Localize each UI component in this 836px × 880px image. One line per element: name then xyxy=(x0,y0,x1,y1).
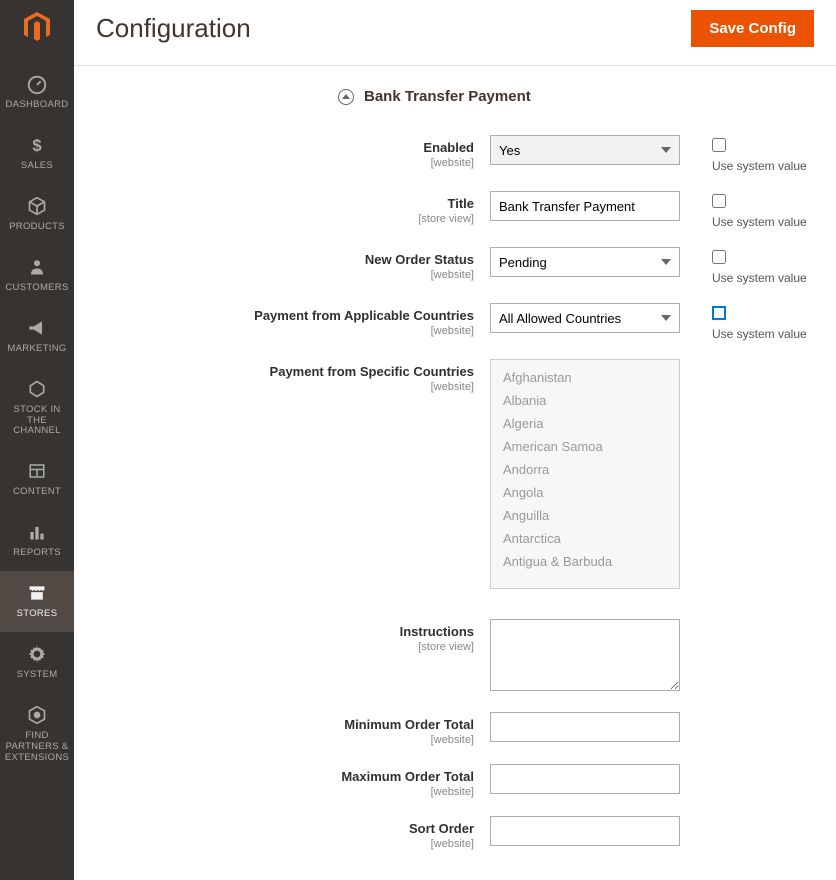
multiselect-option[interactable]: Angola xyxy=(491,481,679,504)
sidebar-item-reports[interactable]: Reports xyxy=(0,510,74,571)
field-row-min-order: Minimum Order Total [website] xyxy=(96,712,814,746)
scope-label: [website] xyxy=(96,325,474,337)
page-header: Configuration Save Config xyxy=(74,0,836,66)
field-row-title: Title [store view] Use system value xyxy=(96,191,814,229)
field-row-max-order: Maximum Order Total [website] xyxy=(96,764,814,798)
field-label: Instructions xyxy=(400,624,474,639)
max-order-input[interactable] xyxy=(490,764,680,794)
gear-icon xyxy=(25,642,49,666)
scope-label: [website] xyxy=(96,157,474,169)
dollar-icon: $ xyxy=(25,133,49,157)
field-row-instructions: Instructions [store view] xyxy=(96,619,814,694)
sidebar-item-label: Marketing xyxy=(7,344,66,355)
use-system-checkbox-order-status[interactable] xyxy=(712,250,726,264)
field-label: Enabled xyxy=(423,140,474,155)
multiselect-option[interactable]: Albania xyxy=(491,389,679,412)
sidebar-item-label: Products xyxy=(9,222,65,233)
sidebar-item-label: Find Partners & Extensions xyxy=(4,731,70,764)
field-label: New Order Status xyxy=(365,252,474,267)
svg-text:$: $ xyxy=(32,136,42,155)
field-row-applicable-countries: Payment from Applicable Countries [websi… xyxy=(96,303,814,341)
applicable-countries-select[interactable]: All Allowed Countries xyxy=(490,303,680,333)
megaphone-icon xyxy=(25,316,49,340)
sidebar-item-label: Stock in the Channel xyxy=(4,405,70,438)
multiselect-option[interactable]: Antarctica xyxy=(491,527,679,550)
use-system-label: Use system value xyxy=(712,271,807,285)
person-icon xyxy=(25,255,49,279)
magento-logo xyxy=(20,10,54,44)
use-system-label: Use system value xyxy=(712,159,807,173)
sidebar-item-stock-channel[interactable]: Stock in the Channel xyxy=(0,367,74,450)
sidebar-item-sales[interactable]: $ Sales xyxy=(0,123,74,184)
field-label: Sort Order xyxy=(409,821,474,836)
partners-icon xyxy=(25,703,49,727)
scope-label: [website] xyxy=(96,786,474,798)
bars-icon xyxy=(25,520,49,544)
scope-label: [website] xyxy=(96,838,474,850)
multiselect-option[interactable]: Andorra xyxy=(491,458,679,481)
layout-icon xyxy=(25,459,49,483)
instructions-textarea[interactable] xyxy=(490,619,680,691)
multiselect-option[interactable]: American Samoa xyxy=(491,435,679,458)
enabled-select[interactable]: Yes xyxy=(490,135,680,165)
section-title: Bank Transfer Payment xyxy=(364,88,531,105)
scope-label: [website] xyxy=(96,381,474,393)
scope-label: [website] xyxy=(96,269,474,281)
sidebar-item-stores[interactable]: Stores xyxy=(0,571,74,632)
sidebar-item-partners[interactable]: Find Partners & Extensions xyxy=(0,693,74,776)
min-order-input[interactable] xyxy=(490,712,680,742)
field-label: Payment from Specific Countries xyxy=(270,364,474,379)
sidebar-item-customers[interactable]: Customers xyxy=(0,245,74,306)
title-input[interactable] xyxy=(490,191,680,221)
sidebar-item-content[interactable]: Content xyxy=(0,449,74,510)
scope-label: [website] xyxy=(96,734,474,746)
cube-icon xyxy=(25,194,49,218)
sidebar-item-products[interactable]: Products xyxy=(0,184,74,245)
dashboard-icon xyxy=(25,72,49,96)
sidebar: Dashboard $ Sales Products Customers Mar… xyxy=(0,0,74,880)
use-system-label: Use system value xyxy=(712,215,807,229)
multiselect-option[interactable]: Algeria xyxy=(491,412,679,435)
field-label: Minimum Order Total xyxy=(344,717,474,732)
field-row-enabled: Enabled [website] Yes Use system value xyxy=(96,135,814,173)
new-order-status-select[interactable]: Pending xyxy=(490,247,680,277)
multiselect-option[interactable]: Afghanistan xyxy=(491,366,679,389)
field-row-sort-order: Sort Order [website] xyxy=(96,816,814,850)
specific-countries-multiselect[interactable]: AfghanistanAlbaniaAlgeriaAmerican SamoaA… xyxy=(490,359,680,589)
section-toggle-bank-transfer[interactable]: Bank Transfer Payment xyxy=(338,88,814,105)
save-config-button[interactable]: Save Config xyxy=(691,10,814,47)
field-label: Title xyxy=(448,196,475,211)
store-icon xyxy=(25,581,49,605)
sidebar-item-label: Dashboard xyxy=(6,100,69,111)
field-row-specific-countries: Payment from Specific Countries [website… xyxy=(96,359,814,589)
scope-label: [store view] xyxy=(96,213,474,225)
use-system-checkbox-title[interactable] xyxy=(712,194,726,208)
multiselect-option[interactable]: Anguilla xyxy=(491,504,679,527)
hexagon-icon xyxy=(25,377,49,401)
sort-order-input[interactable] xyxy=(490,816,680,846)
sidebar-item-label: System xyxy=(17,670,58,681)
sidebar-item-label: Customers xyxy=(5,283,68,294)
sidebar-item-label: Content xyxy=(13,487,61,498)
field-row-new-order-status: New Order Status [website] Pending Use s… xyxy=(96,247,814,285)
collapse-icon xyxy=(338,89,354,105)
page-title: Configuration xyxy=(96,13,251,44)
sidebar-item-marketing[interactable]: Marketing xyxy=(0,306,74,367)
sidebar-item-label: Stores xyxy=(17,609,58,620)
multiselect-option[interactable]: Antigua & Barbuda xyxy=(491,550,679,573)
scope-label: [store view] xyxy=(96,641,474,653)
use-system-label: Use system value xyxy=(712,327,807,341)
sidebar-item-dashboard[interactable]: Dashboard xyxy=(0,62,74,123)
field-label: Payment from Applicable Countries xyxy=(254,308,474,323)
sidebar-item-label: Sales xyxy=(21,161,53,172)
use-system-checkbox-enabled[interactable] xyxy=(712,138,726,152)
use-system-checkbox-applicable-countries[interactable] xyxy=(712,306,726,320)
sidebar-item-system[interactable]: System xyxy=(0,632,74,693)
sidebar-item-label: Reports xyxy=(13,548,61,559)
field-label: Maximum Order Total xyxy=(341,769,474,784)
